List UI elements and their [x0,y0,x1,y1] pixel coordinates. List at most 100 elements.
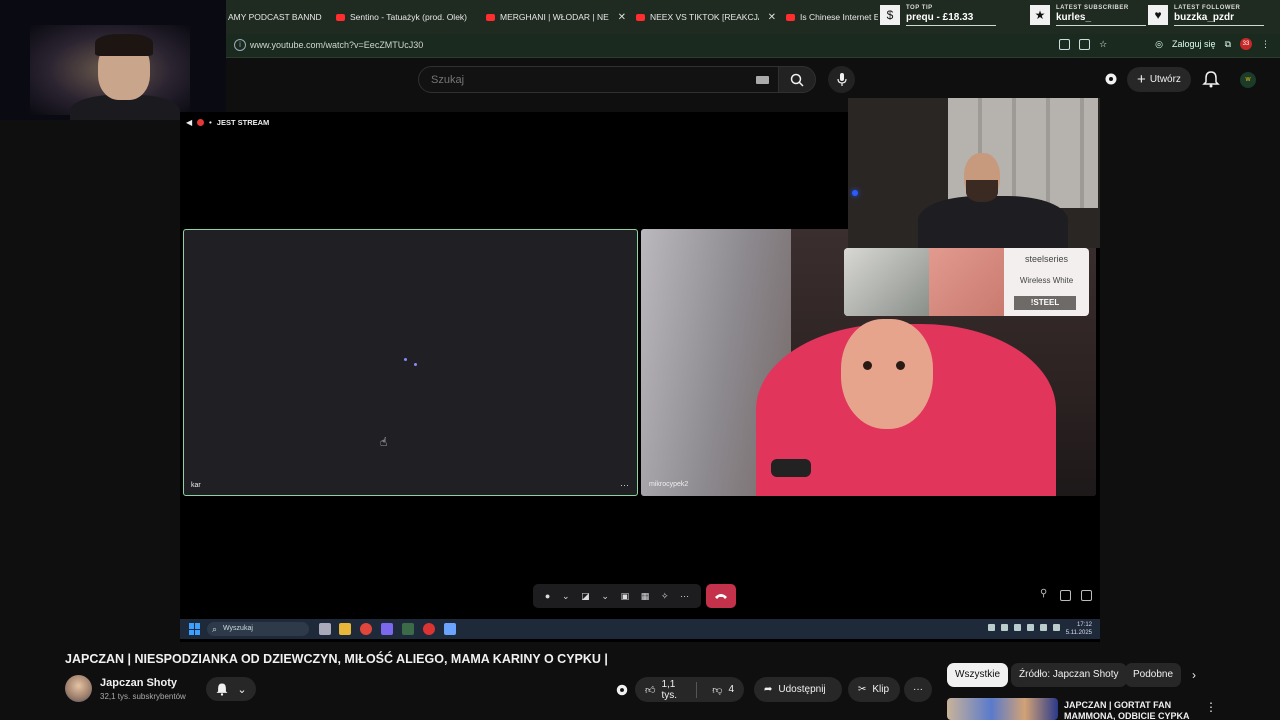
widget-value: prequ - £18.33 [906,11,974,23]
participant-tile-left[interactable]: ☝ kar ··· [183,229,638,496]
chevron-down-icon[interactable]: ⌄ [601,591,609,602]
browser-tab[interactable]: AMY PODCAST BANND✕ [228,8,324,26]
widget-label: LATEST FOLLOWER [1174,4,1241,11]
fullscreen-icon[interactable] [1081,590,1092,601]
channel-avatar[interactable] [65,675,92,702]
search-input[interactable] [429,71,729,89]
dislike-button[interactable]: 👎︎ 4 [702,677,744,702]
notification-badge[interactable]: 33 [1240,38,1252,50]
pin-icon[interactable]: ⚲ [1040,588,1051,599]
address-bar[interactable]: i www.youtube.com/watch?v=EecZMTUcJ30 ☆ … [226,34,1280,58]
site-info-icon[interactable]: i [234,39,246,51]
top-tip-widget: $ TOP TIP prequ - £18.33 [880,0,996,30]
login-button[interactable]: Zaloguj się [1172,39,1216,49]
hang-up-icon [715,594,727,599]
opera-icon[interactable] [423,623,435,635]
app-icon[interactable] [402,623,414,635]
share-screen-icon[interactable]: ▣ [621,591,630,602]
windows-start-icon[interactable] [189,623,201,635]
youtube-icon [336,13,345,21]
system-tray[interactable] [988,624,1060,631]
search-box[interactable] [418,66,782,93]
microphone-icon[interactable]: ● [545,591,550,601]
notifications-bell-icon[interactable] [1202,70,1220,88]
url-text[interactable]: www.youtube.com/watch?v=EecZMTUcJ30 [250,40,423,50]
loading-dot [404,358,407,361]
chip-related[interactable]: Podobne [1125,663,1182,687]
tab-label: NEEX VS TIKTOK [REAKCJA NA [650,12,759,22]
chevron-down-icon[interactable]: ⌄ [562,591,570,602]
streamer-webcam [0,0,226,120]
sponsor-banner: steelseries Wireless White !STEEL [844,248,1089,316]
profile-icon[interactable]: ◎ [1155,39,1163,50]
account-avatar[interactable]: w [1240,72,1256,88]
task-view-icon[interactable] [319,623,331,635]
sponsor-brand: steelseries [1024,254,1069,264]
browser-tab[interactable]: Is Chinese Internet Ev [786,8,878,26]
clock[interactable]: 17:12 5.11.2025 [1066,621,1092,637]
recommendation-thumbnail[interactable] [947,698,1058,720]
screenshot-icon[interactable] [1079,38,1091,50]
more-horizontal-icon: ··· [913,684,923,695]
video-title: JAPCZAN | NIESPODZIANKA OD DZIEWCZYN, MI… [65,652,608,666]
thumbs-up-icon: 👍︎ [645,684,656,696]
browser-tab[interactable]: Sentino - Tatuażyk (prod. Olek)✕ [336,8,476,26]
chip-from-channel[interactable]: Źródło: Japczan Shoty [1011,663,1127,687]
chip-all[interactable]: Wszystkie [947,663,1008,687]
thumbs-down-icon: 👎︎ [712,684,723,696]
bookmark-star-icon[interactable]: ☆ [1099,39,1107,50]
menu-kebab-icon[interactable]: ⋮ [1261,39,1270,50]
camera-off-icon[interactable]: ◪ [581,591,590,602]
effects-icon[interactable]: ✧ [661,591,669,602]
settings-gear-icon[interactable] [1103,71,1119,87]
headset-image [929,248,1004,316]
install-app-icon[interactable] [1059,38,1071,50]
widget-value: buzzka_pzdr [1174,11,1235,23]
like-button[interactable]: 👍︎ 1,1 tys. [635,677,690,702]
channel-name[interactable]: Japczan Shoty [100,677,177,689]
headset-image [844,248,929,316]
browser-tab[interactable]: NEEX VS TIKTOK [REAKCJA NA ✕ [636,8,776,26]
star-icon: ★ [1030,5,1050,25]
leave-call-button[interactable] [706,584,736,608]
clip-button[interactable]: ✂ Klip [848,677,900,702]
more-options-icon[interactable]: ··· [620,480,629,490]
close-icon[interactable]: ✕ [618,12,626,23]
like-dislike-group: 👍︎ 1,1 tys. 👎︎ 4 [635,677,744,702]
recommendation-title[interactable]: JAPCZAN | GORTAT FAN MAMMONA, ODBICIE CY… [1064,700,1194,720]
notification-preference-button[interactable]: ⌄ [206,677,256,701]
keyboard-icon[interactable] [756,76,769,84]
menu-kebab-icon[interactable]: ⋮ [1205,700,1217,714]
clock-time: 17:12 [1076,622,1092,628]
search-button[interactable] [778,66,816,93]
more-actions-button[interactable]: ··· [904,677,932,702]
create-button[interactable]: + Utwórz [1127,67,1191,92]
youtube-icon [786,13,795,21]
file-explorer-icon[interactable] [339,623,351,635]
browser-tab-strip: AMY PODCAST BANND✕ Sentino - Tatuażyk (p… [226,0,1280,34]
tab-label: Sentino - Tatuażyk (prod. Olek) [350,12,468,22]
windows-taskbar: Wyszukaj 17:12 5.11.2025 [180,619,1100,639]
latest-follower-widget: ♥ LATEST FOLLOWER buzzka_pzdr [1148,0,1264,30]
grid-layout-icon[interactable]: ▦ [641,591,650,602]
share-button[interactable]: ➦ Udostępnij [754,677,842,702]
more-options-icon[interactable]: ··· [680,591,689,601]
extensions-icon[interactable]: ⧉ [1225,39,1231,50]
tab-label: AMY PODCAST BANND [228,12,322,22]
browser-tab[interactable]: MERGHANI | WŁODAR | NEEX | ✕ [486,8,626,26]
youtube-icon [636,13,645,21]
sponsor-command: !STEEL [1014,296,1076,310]
voice-search-button[interactable] [828,66,855,93]
chevron-right-icon[interactable]: › [1192,668,1196,682]
chrome-icon[interactable] [360,623,372,635]
speaker-icon: ◀ [186,118,193,127]
close-icon[interactable]: ✕ [768,12,776,23]
share-label: Udostępnij [778,684,826,695]
loading-dot [414,363,417,366]
settings-gear-icon[interactable] [615,683,629,697]
chevron-down-icon: ⌄ [237,683,247,696]
popout-icon[interactable] [1060,590,1071,601]
teams-icon[interactable] [381,623,393,635]
taskbar-search[interactable]: Wyszukaj [207,622,309,636]
steam-icon[interactable] [444,623,456,635]
